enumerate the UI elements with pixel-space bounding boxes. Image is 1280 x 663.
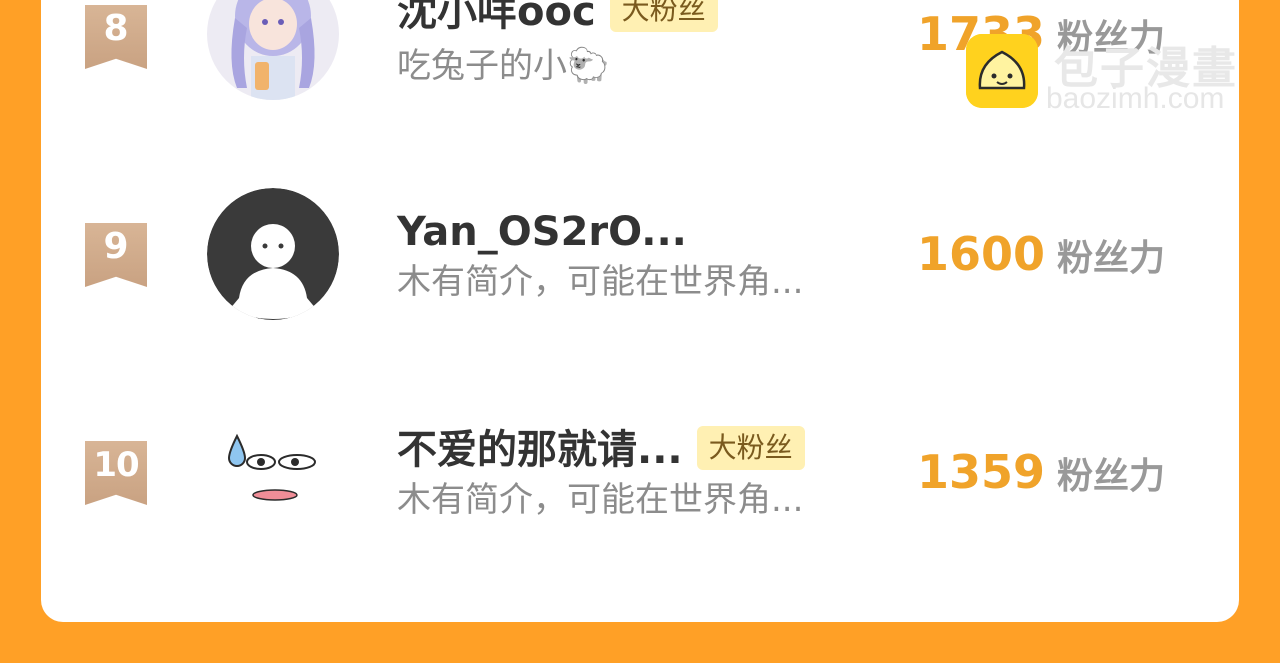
- user-name-text[interactable]: Yan_OS2rO...: [397, 209, 687, 255]
- ranking-row[interactable]: 9 Yan_OS2rO... 木有简介，可能在世界角... 1600 粉丝力: [41, 188, 1239, 338]
- avatar[interactable]: [207, 406, 339, 538]
- avatar[interactable]: [207, 188, 339, 320]
- anime-girl-avatar-icon: [207, 0, 339, 100]
- big-fan-badge: 大粉丝: [696, 426, 805, 470]
- ranking-row[interactable]: 8 沈小咩ooc 大粉丝 吃兔子的小🐑 1733 粉丝力: [41, 0, 1239, 120]
- fan-score: 1359 粉丝力: [917, 444, 1165, 511]
- big-fan-badge: 大粉丝: [609, 0, 718, 32]
- rank-number: 9: [103, 226, 129, 267]
- fan-score: 1600 粉丝力: [917, 226, 1165, 293]
- fan-score-value: 1359: [917, 445, 1046, 499]
- user-name[interactable]: 不爱的那就请... 大粉丝: [397, 426, 805, 474]
- fan-ranking-card: 8 沈小咩ooc 大粉丝 吃兔子的小🐑 1733 粉丝力 9 Yan_OS2rO…: [41, 0, 1239, 622]
- user-description: 吃兔子的小🐑: [397, 46, 610, 86]
- ranking-row[interactable]: 10 不爱的那就请... 大粉丝 木有简介，可能在世界角... 1359 粉丝力: [41, 406, 1239, 556]
- fan-score-unit: 粉丝力: [1057, 238, 1166, 279]
- user-name-text[interactable]: 沈小咩ooc: [397, 0, 596, 35]
- fan-score: 1733 粉丝力: [917, 6, 1165, 73]
- user-description: 木有简介，可能在世界角...: [397, 480, 804, 520]
- rank-number: 8: [103, 8, 129, 49]
- default-person-avatar-icon: [207, 188, 339, 320]
- rank-ribbon: 8: [85, 5, 147, 69]
- rank-ribbon: 9: [85, 223, 147, 287]
- fan-score-value: 1733: [917, 7, 1046, 61]
- user-description: 木有简介，可能在世界角...: [397, 262, 804, 302]
- fan-score-unit: 粉丝力: [1057, 18, 1166, 59]
- fan-score-unit: 粉丝力: [1057, 456, 1166, 497]
- rank-number: 10: [93, 445, 139, 485]
- fan-score-value: 1600: [917, 227, 1046, 281]
- avatar[interactable]: [207, 0, 339, 100]
- user-name-text[interactable]: 不爱的那就请...: [397, 427, 683, 473]
- user-name[interactable]: Yan_OS2rO...: [397, 208, 687, 256]
- rank-ribbon: 10: [85, 441, 147, 505]
- user-name[interactable]: 沈小咩ooc 大粉丝: [397, 0, 718, 36]
- sweat-face-avatar-icon: [207, 406, 339, 538]
